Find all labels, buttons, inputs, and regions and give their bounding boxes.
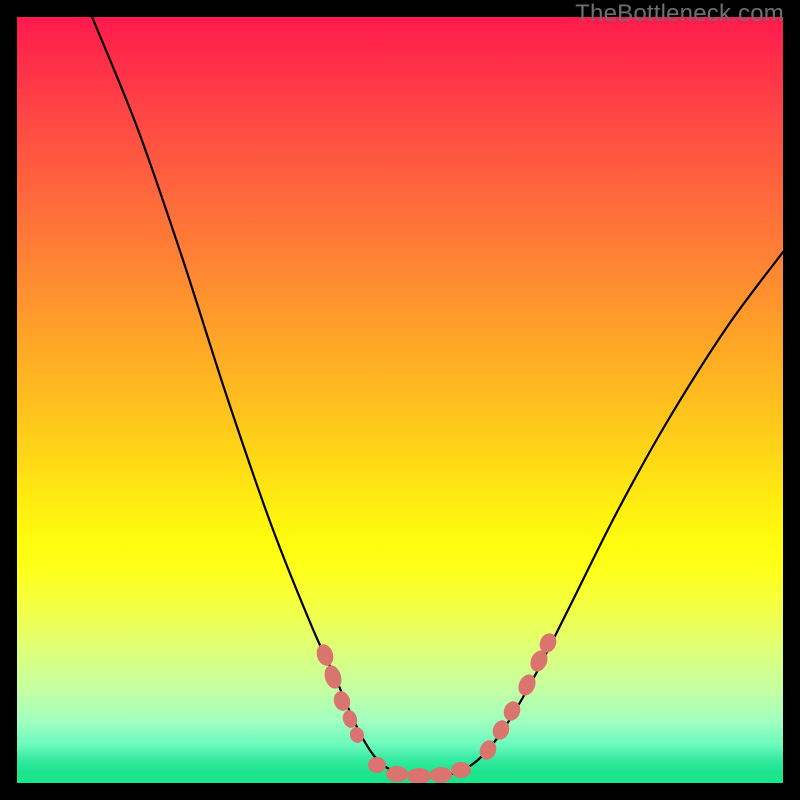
plot-area — [17, 17, 783, 783]
markers-group — [314, 631, 559, 783]
data-marker — [314, 642, 336, 668]
data-marker — [386, 766, 408, 782]
data-marker — [451, 762, 471, 778]
data-marker — [368, 757, 386, 773]
data-marker — [322, 663, 345, 691]
data-marker — [348, 725, 366, 745]
bottleneck-curve — [90, 17, 783, 777]
chart-svg — [17, 17, 783, 783]
data-marker — [407, 768, 431, 783]
chart-frame: TheBottleneck.com — [0, 0, 800, 800]
data-marker — [430, 767, 452, 783]
